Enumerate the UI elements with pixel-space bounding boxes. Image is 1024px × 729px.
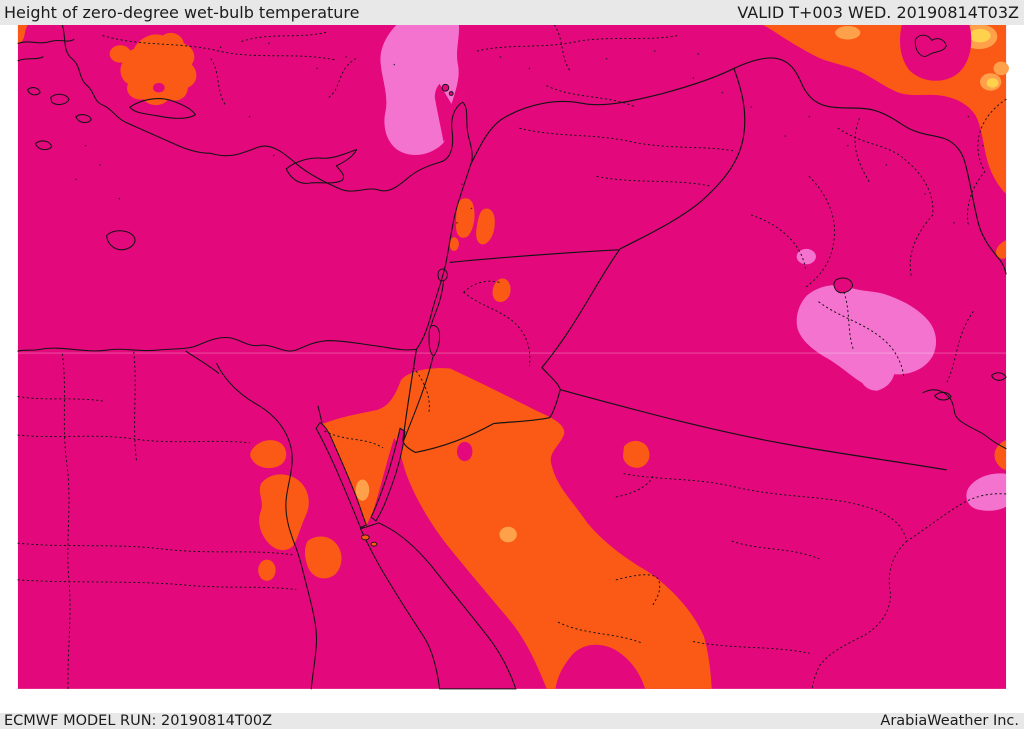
turkish-lake (441, 83, 450, 92)
credit-bar: ECMWF MODEL RUN: 20190814T00Z ArabiaWeat… (0, 713, 1024, 729)
map-canvas (0, 25, 1024, 713)
forecast-field-map (17, 25, 1009, 690)
weather-map-screenshot: Height of zero-degree wet-bulb temperatu… (0, 0, 1024, 729)
red-sea-island (361, 534, 370, 541)
title-bar: Height of zero-degree wet-bulb temperatu… (0, 0, 1024, 25)
map-title: Height of zero-degree wet-bulb temperatu… (4, 3, 360, 22)
model-run-label: ECMWF MODEL RUN: 20190814T00Z (4, 713, 273, 729)
red-sea-island (370, 541, 378, 547)
provider-credit: ArabiaWeather Inc. (880, 713, 1019, 729)
lake-tharthar (833, 277, 854, 294)
valid-time-label: VALID T+003 WED. 20190814T03Z (737, 3, 1019, 22)
turkish-lake (448, 91, 454, 96)
